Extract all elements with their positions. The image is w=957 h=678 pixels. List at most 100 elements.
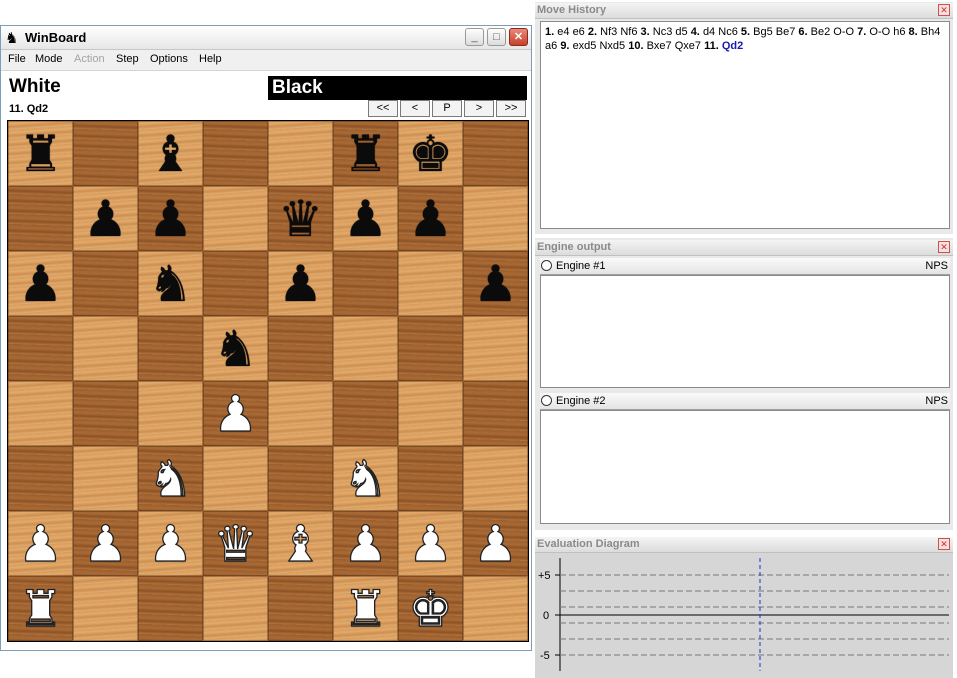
square-f2[interactable]: ♟ [333,511,398,576]
title-bar[interactable]: ♞ WinBoard _ □ ✕ [1,26,531,50]
pause-button[interactable]: P [432,100,462,117]
white-pawn-icon[interactable]: ♟ [342,518,388,569]
black-knight-icon[interactable]: ♞ [213,324,258,374]
square-d5[interactable]: ♞ [203,316,268,381]
square-c5[interactable] [138,316,203,381]
square-e4[interactable] [268,381,333,446]
square-h5[interactable] [463,316,528,381]
white-queen-icon[interactable]: ♛ [212,518,258,569]
black-pawn-icon[interactable]: ♟ [83,194,128,244]
first-move-button[interactable]: << [368,100,398,117]
menu-options[interactable]: Options [150,53,188,65]
square-c4[interactable] [138,381,203,446]
square-h7[interactable] [463,186,528,251]
maximize-button[interactable]: □ [487,28,506,46]
move-white[interactable]: O-O [869,26,890,38]
square-b4[interactable] [73,381,138,446]
black-king-icon[interactable]: ♚ [408,129,453,179]
white-pawn-icon[interactable]: ♟ [407,518,453,569]
square-d3[interactable] [203,446,268,511]
square-f4[interactable] [333,381,398,446]
move-white[interactable]: Nf3 [600,26,617,38]
square-a6[interactable]: ♟ [8,251,73,316]
square-g3[interactable] [398,446,463,511]
square-c3[interactable]: ♞ [138,446,203,511]
evaluation-close-icon[interactable]: ✕ [938,538,950,550]
square-h3[interactable] [463,446,528,511]
square-a2[interactable]: ♟ [8,511,73,576]
square-b3[interactable] [73,446,138,511]
move-white[interactable]: Qd2 [722,40,743,52]
prev-move-button[interactable]: < [400,100,430,117]
white-bishop-icon[interactable]: ♝ [277,518,323,569]
square-b8[interactable] [73,121,138,186]
engine-1-radio[interactable] [541,260,552,271]
move-white[interactable]: e4 [557,26,569,38]
menu-step[interactable]: Step [116,53,139,65]
black-pawn-icon[interactable]: ♟ [343,194,388,244]
black-pawn-icon[interactable]: ♟ [408,194,453,244]
move-history-list[interactable]: 1. e4 e6 2. Nf3 Nf6 3. Nc3 d5 4. d4 Nc6 … [540,21,950,229]
move-white[interactable]: d4 [703,26,715,38]
square-f8[interactable]: ♜ [333,121,398,186]
square-e6[interactable]: ♟ [268,251,333,316]
square-a7[interactable] [8,186,73,251]
black-pawn-icon[interactable]: ♟ [473,259,518,309]
move-white[interactable]: Bh4 [921,26,941,38]
engine-output-title-bar[interactable]: Engine output ✕ [535,240,953,256]
white-pawn-icon[interactable]: ♟ [17,518,63,569]
move-black[interactable]: Nxd5 [599,40,625,52]
black-rook-icon[interactable]: ♜ [18,129,63,179]
square-c7[interactable]: ♟ [138,186,203,251]
square-f3[interactable]: ♞ [333,446,398,511]
square-h2[interactable]: ♟ [463,511,528,576]
move-black[interactable]: Nc6 [718,26,738,38]
move-white[interactable]: Be2 [811,26,831,38]
square-g7[interactable]: ♟ [398,186,463,251]
menu-file[interactable]: File [8,53,26,65]
square-h8[interactable] [463,121,528,186]
square-d6[interactable] [203,251,268,316]
engine-2-radio[interactable] [541,395,552,406]
square-e8[interactable] [268,121,333,186]
square-h4[interactable] [463,381,528,446]
square-d1[interactable] [203,576,268,641]
square-d2[interactable]: ♛ [203,511,268,576]
move-history-title-bar[interactable]: Move History ✕ [535,3,953,19]
move-white[interactable]: Bxe7 [647,40,672,52]
square-d7[interactable] [203,186,268,251]
move-black[interactable]: h6 [893,26,905,38]
black-queen-icon[interactable]: ♛ [278,194,323,244]
white-pawn-icon[interactable]: ♟ [82,518,128,569]
square-a8[interactable]: ♜ [8,121,73,186]
white-rook-icon[interactable]: ♜ [342,583,388,634]
close-button[interactable]: ✕ [509,28,528,46]
white-pawn-icon[interactable]: ♟ [212,388,258,439]
evaluation-title-bar[interactable]: Evaluation Diagram ✕ [535,537,953,553]
white-knight-icon[interactable]: ♞ [342,453,388,504]
square-h1[interactable] [463,576,528,641]
square-f7[interactable]: ♟ [333,186,398,251]
minimize-button[interactable]: _ [465,28,484,46]
engine-2-output[interactable] [540,410,950,524]
square-a1[interactable]: ♜ [8,576,73,641]
white-pawn-icon[interactable]: ♟ [472,518,518,569]
square-a5[interactable] [8,316,73,381]
white-rook-icon[interactable]: ♜ [17,583,63,634]
black-knight-icon[interactable]: ♞ [148,259,193,309]
black-bishop-icon[interactable]: ♝ [148,129,193,179]
white-pawn-icon[interactable]: ♟ [147,518,193,569]
square-d8[interactable] [203,121,268,186]
square-a4[interactable] [8,381,73,446]
move-black[interactable]: Qxe7 [675,40,701,52]
move-white[interactable]: Nc3 [653,26,673,38]
square-c6[interactable]: ♞ [138,251,203,316]
move-black[interactable]: Be7 [776,26,796,38]
square-g5[interactable] [398,316,463,381]
move-white[interactable]: exd5 [573,40,597,52]
square-g1[interactable]: ♚ [398,576,463,641]
square-e7[interactable]: ♛ [268,186,333,251]
engine-1-output[interactable] [540,275,950,388]
menu-help[interactable]: Help [199,53,222,65]
next-move-button[interactable]: > [464,100,494,117]
